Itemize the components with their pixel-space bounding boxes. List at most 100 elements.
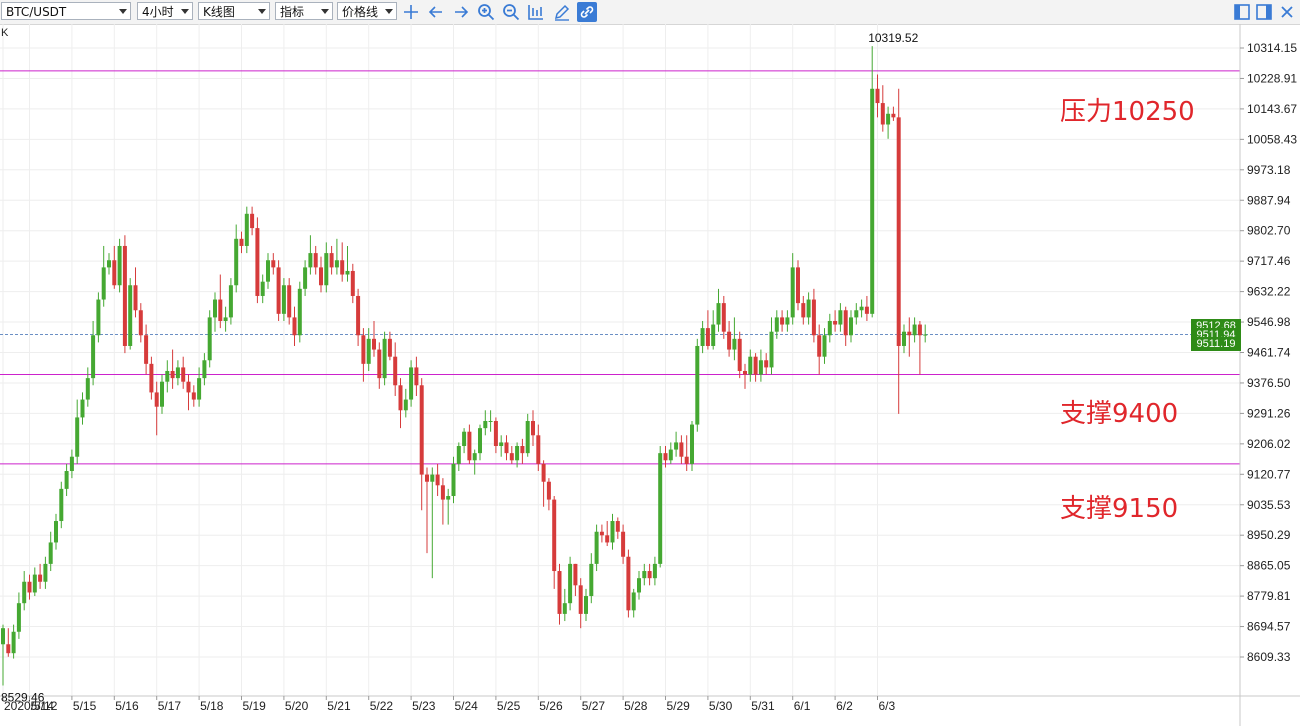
chart-type-select[interactable]: K线图 bbox=[198, 2, 270, 20]
panel-left-icon[interactable] bbox=[1232, 2, 1252, 22]
candle bbox=[594, 524, 599, 572]
candle bbox=[456, 442, 461, 472]
y-tick-label: 9035.53 bbox=[1247, 498, 1291, 512]
x-tick-label: 5/31 bbox=[751, 699, 775, 713]
candle bbox=[902, 324, 906, 354]
candle-body bbox=[732, 338, 737, 350]
candle-body bbox=[366, 338, 371, 364]
candle bbox=[16, 592, 21, 639]
candle-body bbox=[568, 563, 573, 604]
candle-body bbox=[107, 260, 111, 268]
y-tick-label: 9887.94 bbox=[1247, 193, 1291, 207]
chart-mode-icon[interactable] bbox=[526, 2, 546, 22]
zoom-in-icon[interactable] bbox=[476, 2, 496, 22]
x-tick-label: 6/3 bbox=[879, 699, 896, 713]
candle bbox=[562, 588, 567, 622]
candle-body bbox=[907, 331, 912, 336]
candle bbox=[880, 85, 885, 132]
candle-body bbox=[128, 285, 133, 346]
x-tick-label: 5/23 bbox=[412, 699, 436, 713]
candle-body bbox=[541, 463, 546, 482]
link-icon[interactable] bbox=[577, 2, 597, 22]
candle bbox=[160, 374, 164, 414]
panel-right-icon[interactable] bbox=[1254, 2, 1274, 22]
candle-body bbox=[149, 363, 154, 393]
candle-body bbox=[748, 356, 753, 375]
interval-select[interactable]: 4小时 bbox=[137, 2, 193, 20]
price-line-select[interactable]: 价格线 bbox=[337, 2, 397, 20]
candle bbox=[175, 360, 180, 386]
pencil-icon[interactable] bbox=[552, 2, 572, 22]
candle-body bbox=[637, 578, 641, 593]
candle bbox=[541, 460, 546, 507]
y-tick-label: 8865.05 bbox=[1247, 559, 1291, 573]
candle-body bbox=[647, 571, 652, 579]
candle bbox=[75, 399, 80, 464]
symbol-select[interactable]: BTC/USDT bbox=[1, 2, 131, 20]
crosshair-icon[interactable] bbox=[401, 2, 421, 22]
candle-body bbox=[228, 285, 233, 318]
y-tick-label: 10228.91 bbox=[1247, 71, 1297, 85]
candle bbox=[758, 349, 763, 382]
candle bbox=[38, 563, 43, 589]
candle-body bbox=[266, 260, 270, 282]
candle-body bbox=[711, 324, 716, 346]
y-tick-label: 9717.46 bbox=[1247, 254, 1291, 268]
y-tick-label: 8609.33 bbox=[1247, 650, 1291, 664]
arrow-left-icon[interactable] bbox=[426, 2, 446, 22]
candle bbox=[605, 521, 610, 547]
candle-body bbox=[313, 253, 318, 268]
close-icon[interactable] bbox=[1277, 2, 1297, 22]
candle bbox=[154, 381, 159, 436]
candle bbox=[674, 431, 679, 457]
candle bbox=[711, 310, 716, 350]
y-tick-label: 10058.43 bbox=[1247, 132, 1297, 146]
candle bbox=[350, 263, 355, 304]
support-annotation-9400: 支撑9400 bbox=[1060, 399, 1179, 429]
candle bbox=[393, 342, 398, 396]
y-tick-label: 9632.22 bbox=[1247, 285, 1291, 299]
candle-body bbox=[133, 285, 138, 311]
toolbar: BTC/USDT 4小时 K线图 指标 价格线 bbox=[0, 0, 1300, 25]
candle-body bbox=[350, 270, 355, 296]
candle bbox=[96, 292, 101, 343]
candle-body bbox=[409, 367, 414, 400]
y-tick-label: 9802.70 bbox=[1247, 224, 1291, 238]
candle-body bbox=[684, 456, 689, 464]
candle-body bbox=[80, 399, 85, 418]
candle-body bbox=[255, 228, 260, 296]
candle bbox=[218, 274, 223, 329]
candle-body bbox=[356, 295, 361, 336]
candle bbox=[610, 513, 615, 550]
candle-body bbox=[398, 385, 403, 411]
candle bbox=[324, 242, 329, 293]
x-tick-label: 6/2 bbox=[836, 699, 853, 713]
candle-body bbox=[154, 392, 159, 407]
y-tick-label: 9546.98 bbox=[1247, 315, 1291, 329]
candle bbox=[64, 463, 69, 497]
chevron-down-icon bbox=[119, 9, 127, 14]
candle bbox=[552, 496, 557, 589]
indicator-select[interactable]: 指标 bbox=[275, 2, 333, 20]
candle bbox=[568, 556, 573, 611]
candle-body bbox=[531, 420, 535, 436]
y-tick-label: 9206.02 bbox=[1247, 437, 1291, 451]
candle bbox=[642, 563, 647, 586]
candle-body bbox=[589, 563, 594, 597]
candle-body bbox=[875, 88, 880, 104]
candle bbox=[48, 531, 53, 572]
candle-body bbox=[387, 338, 392, 357]
candlestick-chart[interactable]: 10314.15 10228.91 10143.67 10058.43 9973.18 9… bbox=[0, 24, 1300, 726]
arrow-right-icon[interactable] bbox=[451, 2, 471, 22]
candle bbox=[679, 435, 684, 464]
candle-body bbox=[467, 431, 472, 461]
x-tick-label: 5/30 bbox=[709, 699, 733, 713]
candle-body bbox=[260, 281, 265, 296]
candle bbox=[32, 567, 37, 597]
candle bbox=[822, 328, 827, 364]
y-axis: 10314.15 10228.91 10143.67 10058.43 9973.18 9… bbox=[1239, 24, 1297, 726]
candle-body bbox=[345, 270, 350, 275]
candle-body bbox=[451, 463, 456, 497]
zoom-out-icon[interactable] bbox=[501, 2, 521, 22]
candle bbox=[313, 245, 318, 275]
